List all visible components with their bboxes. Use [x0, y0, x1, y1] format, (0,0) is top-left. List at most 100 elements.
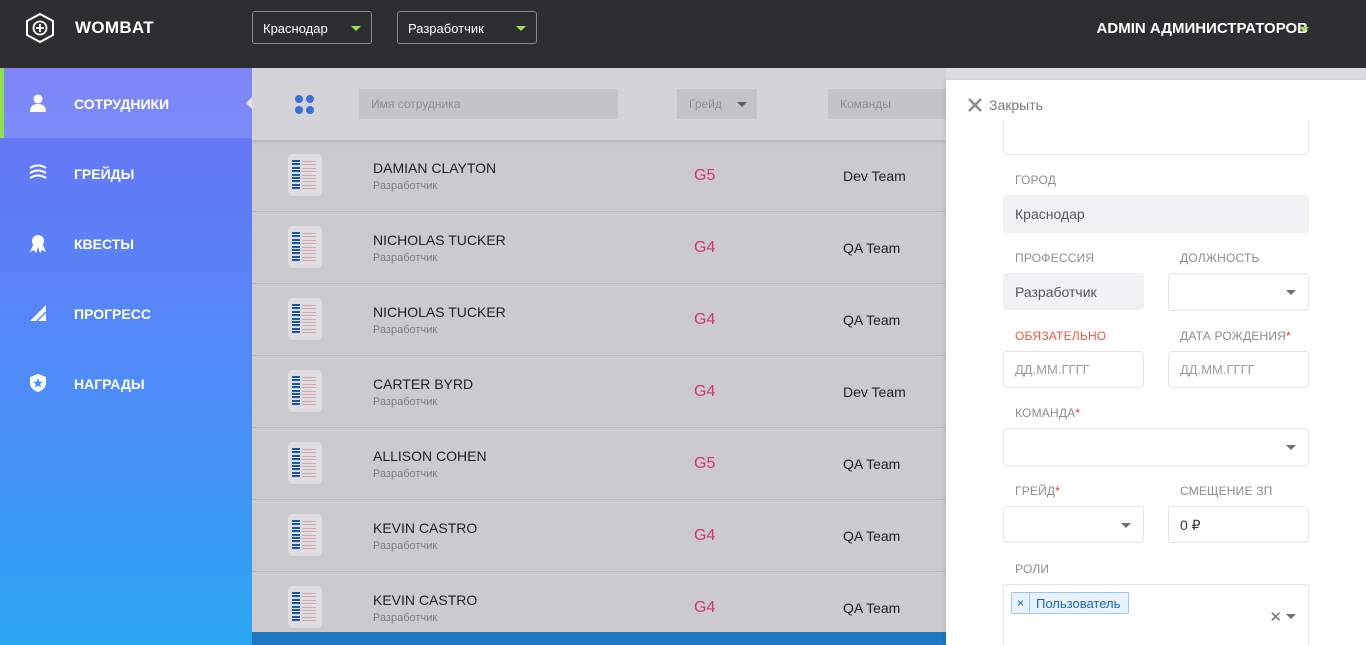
employee-grade: G4: [694, 311, 716, 328]
table-row[interactable]: NICHOLAS TUCKER Разработчик G4 QA Team: [252, 284, 946, 356]
roles-multiselect[interactable]: × Пользователь ✕: [1003, 584, 1309, 645]
table-row[interactable]: KEVIN CASTRO Разработчик G4 QA Team: [252, 500, 946, 572]
close-icon[interactable]: [967, 97, 983, 113]
employee-role: Разработчик: [373, 180, 438, 192]
document-icon: [288, 298, 322, 340]
top-bar: WOMBAT Краснодар Разработчик ADMIN АДМИН…: [0, 0, 1366, 68]
remove-tag-icon[interactable]: ×: [1012, 593, 1030, 613]
employee-role: Разработчик: [373, 540, 438, 552]
employee-team: Dev Team: [843, 384, 906, 400]
employee-team: QA Team: [843, 456, 901, 472]
date-placeholder: ДД.ММ.ГГГГ: [1180, 362, 1255, 377]
sidebar-item-label: КВЕСТЫ: [74, 236, 135, 252]
filter-placeholder: Имя сотрудника: [371, 97, 461, 111]
city-select-value: Краснодар: [263, 21, 328, 36]
employee-grade: G4: [694, 383, 716, 400]
profession-label: ПРОФЕССИЯ: [1015, 251, 1095, 265]
table-row[interactable]: DAMIAN CLAYTON Разработчик G5 Dev Team: [252, 140, 946, 212]
filter-bar: Имя сотрудника Грейд Команды: [252, 68, 946, 140]
brand-name: WOMBAT: [75, 18, 154, 37]
sidebar-item-employees[interactable]: СОТРУДНИКИ: [0, 68, 252, 138]
employee-name: KEVIN CASTRO: [373, 592, 478, 608]
city-select[interactable]: Краснодар: [252, 11, 372, 44]
employee-team: QA Team: [843, 600, 901, 616]
date-placeholder: ДД.ММ.ГГГГ: [1015, 362, 1090, 377]
employee-name: KEVIN CASTRO: [373, 520, 478, 536]
salary-offset-label: СМЕЩЕНИЕ ЗП: [1180, 484, 1273, 498]
shield-star-icon: [30, 374, 46, 392]
table-row[interactable]: ALLISON COHEN Разработчик G5 QA Team: [252, 428, 946, 500]
employee-role: Разработчик: [373, 396, 438, 408]
logo-icon[interactable]: [26, 13, 54, 43]
employee-grade: G4: [694, 599, 716, 616]
employee-edit-panel: Закрыть ГОРОД Краснодар ПРОФЕССИЯ ДОЛЖНО…: [946, 80, 1366, 645]
chevron-down-icon: [1286, 445, 1296, 450]
sidebar-item-label: НАГРАДЫ: [74, 376, 145, 392]
sidebar-item-grades[interactable]: ГРЕЙДЫ: [0, 138, 252, 208]
employee-name-filter[interactable]: Имя сотрудника: [359, 89, 618, 119]
grid-view-icon[interactable]: [295, 95, 315, 115]
grade-select[interactable]: [1003, 506, 1144, 543]
panel-top-strip: [946, 68, 1366, 80]
roles-label: РОЛИ: [1015, 562, 1050, 576]
sidebar-item-progress[interactable]: ПРОГРЕСС: [0, 278, 252, 348]
required-date-input[interactable]: ДД.ММ.ГГГГ: [1003, 351, 1144, 388]
clear-icon[interactable]: ✕: [1269, 608, 1282, 626]
employee-name: CARTER BYRD: [373, 376, 474, 392]
chevron-down-icon[interactable]: [1286, 614, 1296, 619]
document-icon: [288, 370, 322, 412]
chevron-down-icon: [516, 26, 526, 31]
user-menu[interactable]: ADMIN АДМИНИСТРАТОРОВ: [1097, 20, 1308, 37]
sidebar-item-label: ГРЕЙДЫ: [74, 166, 135, 182]
employee-role: Разработчик: [373, 324, 438, 336]
role-select-value: Разработчик: [408, 21, 484, 36]
employee-list: Имя сотрудника Грейд Команды DAMIAN CLAY…: [252, 68, 946, 645]
role-tag-label: Пользователь: [1036, 596, 1121, 611]
chevron-down-icon: [1121, 523, 1131, 528]
table-row[interactable]: CARTER BYRD Разработчик G4 Dev Team: [252, 356, 946, 428]
chevron-down-icon: [351, 26, 361, 31]
sidebar-item-rewards[interactable]: НАГРАДЫ: [0, 348, 252, 418]
employee-name: NICHOLAS TUCKER: [373, 304, 506, 320]
teams-filter[interactable]: Команды: [828, 89, 946, 119]
salary-offset-input[interactable]: 0 ₽: [1168, 506, 1309, 543]
employee-name: NICHOLAS TUCKER: [373, 232, 506, 248]
employee-role: Разработчик: [373, 252, 438, 264]
document-icon: [288, 586, 322, 628]
employee-team: QA Team: [843, 240, 901, 256]
employee-name: ALLISON COHEN: [373, 448, 487, 464]
role-tag: × Пользователь: [1011, 592, 1129, 614]
team-select[interactable]: [1003, 428, 1309, 466]
salary-offset-value: 0 ₽: [1180, 517, 1201, 533]
chevron-down-icon: [1286, 290, 1296, 295]
sidebar-item-label: СОТРУДНИКИ: [74, 96, 170, 112]
chevron-down-icon[interactable]: [1299, 27, 1309, 32]
profession-field: Разработчик: [1003, 273, 1144, 310]
city-label: ГОРОД: [1015, 173, 1057, 187]
close-button[interactable]: Закрыть: [989, 97, 1043, 113]
table-row[interactable]: NICHOLAS TUCKER Разработчик G4 QA Team: [252, 212, 946, 284]
employee-team: Dev Team: [843, 168, 906, 184]
layers-icon: [29, 164, 47, 179]
birthdate-label: ДАТА РОЖДЕНИЯ*: [1180, 329, 1291, 343]
grade-filter[interactable]: Грейд: [677, 89, 757, 119]
profession-value: Разработчик: [1015, 284, 1097, 300]
employee-grade: G4: [694, 527, 716, 544]
birthdate-input[interactable]: ДД.ММ.ГГГГ: [1168, 351, 1309, 388]
document-icon: [288, 226, 322, 268]
required-label: ОБЯЗАТЕЛЬНО: [1015, 329, 1107, 343]
sidebar-item-quests[interactable]: КВЕСТЫ: [0, 208, 252, 278]
user-icon: [30, 94, 46, 112]
city-field: Краснодар: [1003, 195, 1309, 233]
previous-field-input[interactable]: [1003, 120, 1309, 155]
team-label: КОМАНДА*: [1015, 406, 1081, 420]
employee-team: QA Team: [843, 528, 901, 544]
employee-team: QA Team: [843, 312, 901, 328]
role-select[interactable]: Разработчик: [397, 11, 537, 44]
filter-placeholder: Грейд: [689, 97, 722, 111]
sidebar: СОТРУДНИКИ ГРЕЙДЫ КВЕСТЫ ПРОГРЕСС НАГРАД…: [0, 68, 252, 645]
city-value: Краснодар: [1015, 206, 1085, 222]
position-select[interactable]: [1168, 273, 1309, 311]
employee-name: DAMIAN CLAYTON: [373, 160, 497, 176]
employee-grade: G5: [694, 167, 716, 184]
